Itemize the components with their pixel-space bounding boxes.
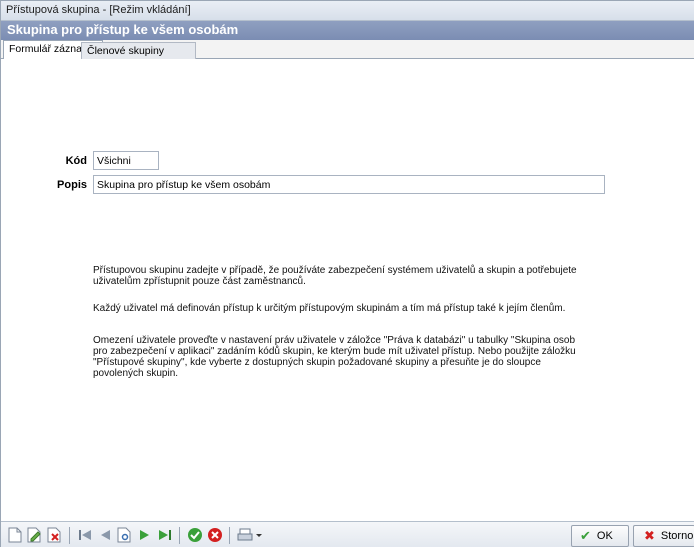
toolbar-separator (229, 527, 230, 544)
record-toolbar: ✔ OK ✖ Storno (1, 521, 694, 547)
record-caption: Skupina pro přístup ke všem osobám (1, 21, 694, 40)
toolbar-separator (179, 527, 180, 544)
last-record-icon[interactable] (157, 527, 173, 543)
popis-input[interactable] (93, 175, 605, 194)
help-paragraph-1: Přístupovou skupinu zadejte v případě, ž… (93, 265, 613, 287)
popis-label: Popis (57, 179, 87, 191)
find-record-icon[interactable] (117, 527, 133, 543)
cancel-icon[interactable] (207, 527, 223, 543)
help-paragraph-2: Každý uživatel má definován přístup k ur… (93, 303, 613, 314)
help-text-line: uživatelům zpřístupnit pouze část zaměst… (93, 276, 306, 287)
help-text-line: "Přístupové skupiny", kde vyberte z dost… (93, 357, 541, 368)
ok-button-label: OK (596, 530, 613, 542)
help-text-line: povolených skupin. (93, 368, 179, 379)
help-text-line: Každý uživatel má definován přístup k ur… (93, 303, 566, 314)
previous-record-icon[interactable] (97, 527, 113, 543)
delete-record-icon[interactable] (47, 527, 63, 543)
kod-input[interactable] (93, 151, 159, 170)
window-titlebar: Přístupová skupina - [Režim vkládání] (1, 1, 694, 21)
window-title: Přístupová skupina - [Režim vkládání] (6, 4, 191, 16)
checkmark-icon: ✔ (580, 528, 591, 543)
tab-strip: Formulář záznamu Členové skupiny (1, 40, 694, 60)
print-icon[interactable] (237, 527, 263, 543)
record-caption-text: Skupina pro přístup ke všem osobám (7, 22, 239, 37)
new-record-icon[interactable] (7, 527, 23, 543)
help-text-line: Omezení uživatele proveďte v nastavení p… (93, 335, 576, 346)
tab-group-members[interactable]: Členové skupiny (81, 42, 196, 59)
help-text-line: Přístupovou skupinu zadejte v případě, ž… (93, 265, 577, 276)
toolbar-separator (69, 527, 70, 544)
cancel-button[interactable]: ✖ Storno (633, 525, 694, 547)
help-paragraph-3: Omezení uživatele proveďte v nastavení p… (93, 335, 613, 379)
form-window: Přístupová skupina - [Režim vkládání] Sk… (0, 0, 694, 547)
confirm-icon[interactable] (187, 527, 203, 543)
next-record-icon[interactable] (137, 527, 153, 543)
kod-label: Kód (65, 155, 87, 167)
edit-record-icon[interactable] (27, 527, 43, 543)
help-text-line: pro zabezpečení v aplikaci" zadáním kódů… (93, 346, 576, 357)
record-form: Kód Popis Přístupovou skupinu zadejte v … (1, 59, 694, 521)
first-record-icon[interactable] (77, 527, 93, 543)
tab-group-members-label: Členové skupiny (87, 45, 165, 57)
ok-button[interactable]: ✔ OK (571, 525, 629, 547)
close-icon: ✖ (644, 528, 655, 543)
cancel-button-label: Storno (660, 530, 694, 542)
